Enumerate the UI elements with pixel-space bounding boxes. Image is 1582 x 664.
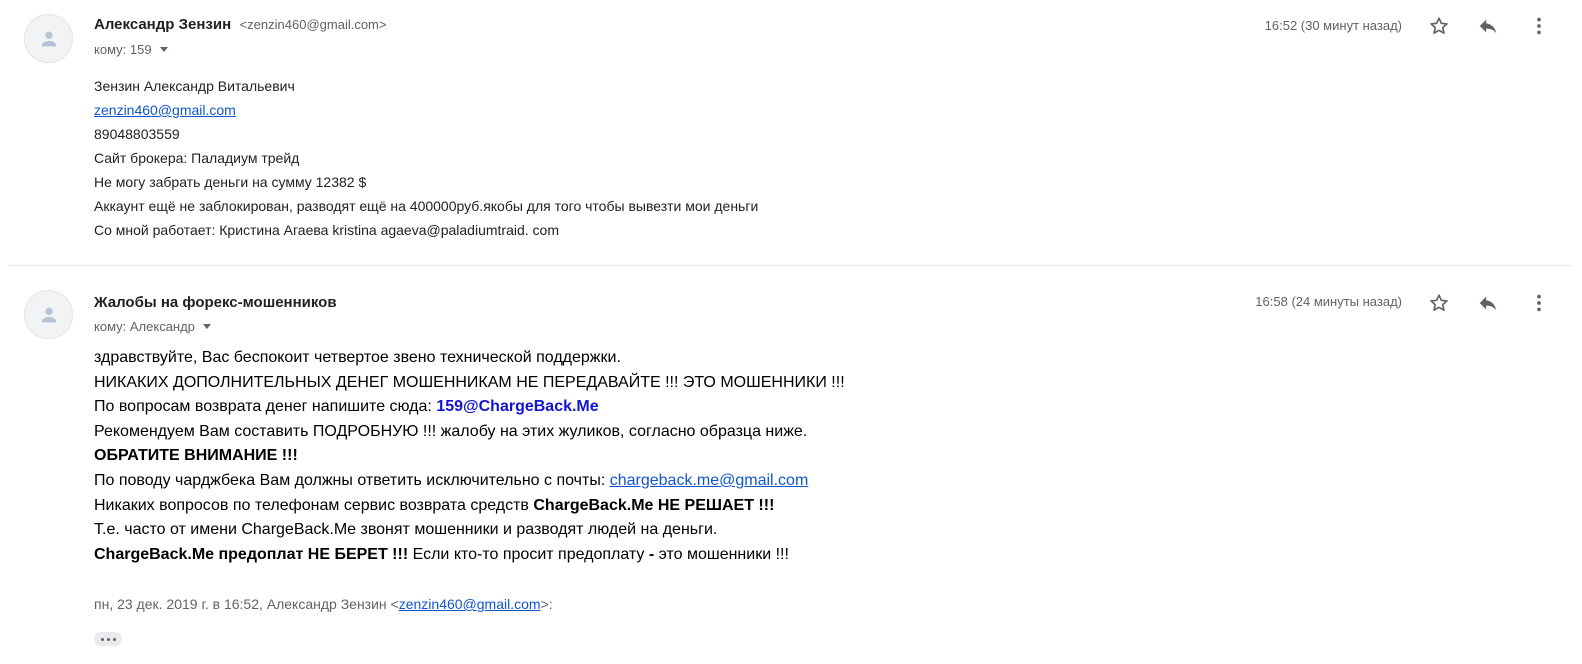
body-line: Аккаунт ещё не заблокирован, разводят ещ…	[94, 198, 759, 214]
body-line: Рекомендуем Вам составить ПОДРОБНУЮ !!! …	[94, 422, 808, 440]
body-line: По поводу чарджбека Вам должны ответить …	[94, 469, 845, 494]
body-line: НИКАКИХ ДОПОЛНИТЕЛЬНЫХ ДЕНЕГ МОШЕННИКАМ …	[94, 373, 845, 391]
body-line: Со мной работает: Кристина Агаева kristi…	[94, 222, 559, 238]
sender-name[interactable]: Александр Зензин	[94, 16, 231, 33]
sender-name[interactable]: Жалобы на форекс-мошенников	[94, 294, 337, 311]
star-icon	[1430, 17, 1448, 34]
sender-avatar[interactable]	[24, 290, 73, 339]
recipient-label: кому: Александр	[94, 319, 195, 334]
sender-avatar[interactable]	[24, 14, 73, 63]
caret-down-icon	[159, 47, 168, 52]
body-text: это мошенники !!!	[654, 545, 789, 563]
body-text: Если кто-то просит предоплату	[408, 545, 649, 563]
message-time: 16:58 (24 минуты назад)	[1255, 294, 1402, 309]
ellipsis-icon	[112, 637, 116, 641]
ellipsis-icon	[106, 637, 110, 641]
body-line: Т.е. часто от имени ChargeBack.Me звонят…	[94, 521, 718, 539]
more-vert-icon	[1537, 294, 1541, 312]
email-message-1: Александр Зензин <zenzin460@gmail.com> к…	[0, 0, 1582, 266]
quote-suffix: >:	[540, 596, 553, 612]
body-line: По вопросам возврата денег напишите сюда…	[94, 395, 845, 420]
body-line: Не могу забрать деньги на сумму 12382 $	[94, 174, 367, 190]
sender-email: <zenzin460@gmail.com>	[239, 17, 387, 32]
avatar-person-icon	[41, 31, 56, 46]
recipient-label: кому: 159	[94, 42, 152, 57]
recipient-details-toggle[interactable]: кому: Александр	[94, 319, 211, 334]
body-text: По вопросам возврата денег напишите сюда…	[94, 398, 437, 416]
bold-text: ChargeBack.Me НЕ РЕШАЕТ !!!	[533, 496, 775, 514]
star-icon	[1430, 294, 1448, 311]
message-body: Зензин Александр Витальевич zenzin460@gm…	[94, 74, 758, 242]
email-link[interactable]: zenzin460@gmail.com	[94, 102, 236, 118]
ellipsis-icon	[100, 637, 104, 641]
message-time: 16:52 (30 минут назад)	[1264, 18, 1402, 33]
star-button[interactable]	[1427, 14, 1451, 38]
reply-icon	[1479, 296, 1497, 311]
message-body: здравствуйте, Вас беспокоит четвертое зв…	[94, 346, 845, 567]
star-button[interactable]	[1427, 291, 1451, 315]
email-message-2: Жалобы на форекс-мошенников кому: Алекса…	[0, 266, 1582, 664]
body-line: Никаких вопросов по телефонам сервис воз…	[94, 494, 845, 519]
body-line: Сайт брокера: Паладиум трейд	[94, 150, 300, 166]
more-vert-icon	[1537, 17, 1541, 35]
avatar-person-icon	[41, 307, 56, 322]
attention-heading: ОБРАТИТЕ ВНИМАНИЕ !!!	[94, 447, 298, 465]
bold-text: ChargeBack.Me предоплат НЕ БЕРЕТ !!!	[94, 545, 409, 563]
quoted-header: пн, 23 дек. 2019 г. в 16:52, Александр З…	[94, 596, 553, 612]
sender-line: Жалобы на форекс-мошенников	[94, 294, 337, 312]
reply-icon	[1479, 19, 1497, 34]
email-link[interactable]: chargeback.me@gmail.com	[610, 472, 809, 489]
body-line: здравствуйте, Вас беспокоит четвертое зв…	[94, 349, 621, 366]
body-line: 89048803559	[94, 126, 180, 142]
body-line: ChargeBack.Me предоплат НЕ БЕРЕТ !!! Есл…	[94, 543, 845, 568]
body-text: Никаких вопросов по телефонам сервис воз…	[94, 496, 534, 514]
reply-button[interactable]	[1476, 14, 1500, 38]
body-line: zenzin460@gmail.com	[94, 98, 758, 122]
more-options-button[interactable]	[1527, 14, 1551, 38]
quote-email-link[interactable]: zenzin460@gmail.com	[399, 596, 541, 612]
recipient-details-toggle[interactable]: кому: 159	[94, 42, 168, 57]
caret-down-icon	[202, 324, 211, 329]
show-trimmed-content-button[interactable]	[94, 632, 122, 646]
support-email[interactable]: 159@ChargeBack.Me	[436, 398, 598, 415]
body-line: Зензин Александр Витальевич	[94, 78, 295, 94]
quote-prefix: пн, 23 дек. 2019 г. в 16:52, Александр З…	[94, 596, 399, 612]
sender-line: Александр Зензин <zenzin460@gmail.com>	[94, 16, 386, 34]
body-text: По поводу чарджбека Вам должны ответить …	[94, 471, 610, 489]
more-options-button[interactable]	[1527, 291, 1551, 315]
reply-button[interactable]	[1476, 291, 1500, 315]
